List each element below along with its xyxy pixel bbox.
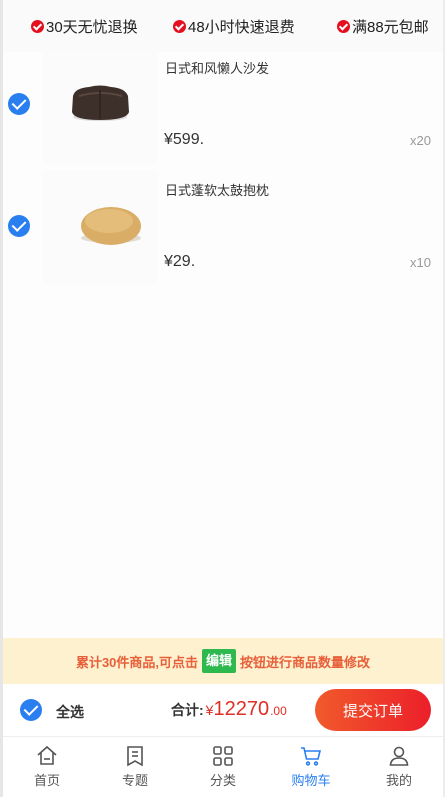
home-icon	[37, 745, 57, 765]
item-checkbox[interactable]	[8, 93, 30, 115]
tab-label: 首页	[33, 773, 60, 788]
order-total: 合计: ¥ 12270 .00	[171, 698, 287, 721]
cart-item[interactable]: 日式蓬软太鼓抱枕 ¥29. x10	[3, 170, 443, 292]
tab-label: 我的	[385, 773, 412, 788]
promise-item: 48小时快速退费	[173, 16, 295, 37]
bean-bag-sofa-image	[72, 85, 129, 121]
cart-page: 30天无忧退换 48小时快速退费 满88元包邮 日式和风懒人沙发 ¥599. x…	[0, 0, 445, 797]
promise-item: 30天无忧退换	[31, 16, 138, 37]
product-quantity: x10	[410, 255, 431, 270]
submit-order-button[interactable]: 提交订单	[315, 689, 431, 731]
currency-symbol: ¥	[205, 702, 214, 718]
cart-icon	[301, 747, 322, 766]
promise-text: 30天无忧退换	[46, 19, 138, 36]
product-price: ¥599.	[164, 131, 205, 148]
promise-text: 满88元包邮	[352, 19, 429, 36]
edit-button[interactable]: 编辑	[202, 649, 237, 673]
total-label: 合计:	[171, 702, 204, 718]
round-cushion-image	[81, 207, 141, 245]
tab-cart[interactable]: 购物车	[267, 737, 355, 797]
product-price: ¥29.	[164, 253, 196, 270]
item-checkbox[interactable]	[8, 215, 30, 237]
product-thumbnail[interactable]	[43, 170, 157, 284]
check-circle-icon	[173, 20, 186, 33]
tab-topics[interactable]: 专题	[91, 737, 179, 797]
tab-label: 专题	[121, 773, 148, 788]
user-icon	[389, 746, 409, 766]
select-all-checkbox[interactable]	[20, 699, 42, 721]
hint-text-before: 累计30件商品,可点击	[75, 654, 199, 670]
product-name[interactable]: 日式和风懒人沙发	[165, 58, 269, 77]
hint-text-after: 按钮进行商品数量修改	[240, 654, 371, 670]
promise-text: 48小时快速退费	[188, 19, 295, 36]
bookmark-icon	[127, 746, 143, 767]
tab-profile[interactable]: 我的	[355, 737, 443, 797]
product-thumbnail[interactable]	[43, 50, 157, 164]
tab-label: 分类	[209, 773, 236, 788]
total-decimals: .00	[270, 704, 287, 718]
select-all-label[interactable]: 全选	[56, 702, 84, 722]
total-amount: 12270	[213, 698, 270, 720]
service-promise-bar: 30天无忧退换 48小时快速退费 满88元包邮	[3, 0, 443, 52]
grid-icon	[213, 746, 233, 766]
product-name[interactable]: 日式蓬软太鼓抱枕	[165, 180, 269, 199]
tab-categories[interactable]: 分类	[179, 737, 267, 797]
cart-item[interactable]: 日式和风懒人沙发 ¥599. x20	[3, 48, 443, 170]
check-circle-icon	[31, 20, 44, 33]
promise-item: 满88元包邮	[337, 16, 429, 37]
checkout-bar: 全选 合计: ¥ 12270 .00 提交订单	[3, 684, 443, 736]
tab-home[interactable]: 首页	[3, 737, 91, 797]
tab-label: 购物车	[291, 773, 331, 788]
bottom-tab-bar: 首页 专题 分类 购物车 我的	[3, 736, 443, 797]
product-quantity: x20	[410, 133, 431, 148]
edit-hint-banner: 累计30件商品,可点击 编辑 按钮进行商品数量修改	[3, 638, 443, 684]
check-circle-icon	[337, 20, 350, 33]
